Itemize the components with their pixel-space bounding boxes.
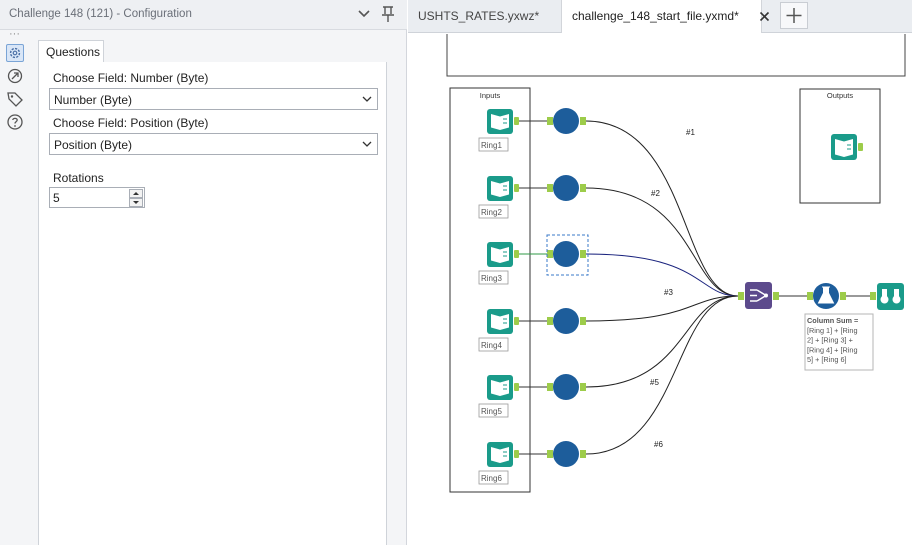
rotations-value: 5: [53, 191, 60, 205]
connection-macro-union-3: [585, 253, 739, 297]
connection-macro-union-4: [585, 295, 739, 322]
workflow-canvas[interactable]: Inputs Outputs #1 #2 #3 #5 #6 Ring1 Ring2…: [408, 34, 912, 545]
ring-label: Ring6: [481, 474, 502, 483]
connection-label-3: #3: [664, 288, 673, 297]
ring-row-2: Ring2: [478, 175, 586, 219]
increment-button[interactable]: [129, 189, 143, 198]
outputs-container-label: Outputs: [827, 91, 854, 100]
number-field-value: Number (Byte): [54, 93, 133, 107]
ring-label: Ring2: [481, 208, 502, 217]
field1-label: Choose Field: Number (Byte): [53, 71, 209, 85]
close-icon[interactable]: [759, 11, 770, 22]
inputs-container-label: Inputs: [480, 91, 501, 100]
annotation-line: Column Sum =: [807, 316, 858, 325]
ring-label: Ring4: [481, 341, 502, 350]
annotation-line: 5] + [Ring 6]: [807, 355, 847, 364]
container-box[interactable]: [446, 34, 906, 77]
ring-row-5: Ring5: [478, 374, 586, 418]
connection-macro-union-5: [585, 295, 739, 388]
connection-label-2: #2: [651, 189, 660, 198]
connection-macro-union-6: [585, 295, 739, 455]
workflow-diagram: Inputs Outputs #1 #2 #3 #5 #6 Ring1 Ring2…: [446, 34, 906, 493]
help-icon[interactable]: [6, 113, 24, 131]
ring-label: Ring3: [481, 274, 502, 283]
connection-label-6: #6: [654, 440, 663, 449]
more-dots[interactable]: ···: [9, 28, 20, 40]
connection-macro-union-2: [585, 187, 739, 297]
ring-row-1: Ring1: [478, 108, 586, 152]
chevron-down-icon: [362, 96, 372, 102]
position-field-value: Position (Byte): [54, 138, 133, 152]
chevron-down-icon: [362, 141, 372, 147]
document-tabs: USHTS_RATES.yxwz* challenge_148_start_fi…: [408, 0, 912, 33]
configuration-panel: Challenge 148 (121) - Configuration ··· …: [0, 0, 407, 545]
ring-row-3: Ring3: [478, 241, 586, 285]
annotation-line: 2] + [Ring 3] +: [807, 336, 853, 345]
ring-row-4: Ring4: [478, 308, 586, 352]
chevron-down-icon[interactable]: [357, 6, 371, 22]
browse-tool[interactable]: [870, 283, 904, 310]
annotation-line: [Ring 4] + [Ring: [807, 345, 858, 354]
decrement-button[interactable]: [129, 198, 143, 207]
connection-label-1: #1: [686, 128, 695, 137]
macro-tool-ring5[interactable]: [547, 374, 586, 400]
ring-label: Ring1: [481, 141, 502, 150]
config-title: Challenge 148 (121) - Configuration: [9, 8, 192, 20]
number-field-select[interactable]: Number (Byte): [49, 88, 378, 110]
connections: [585, 120, 739, 455]
macro-tool-ring1[interactable]: [547, 108, 586, 134]
macro-tool-ring4[interactable]: [547, 308, 586, 334]
formula-tool[interactable]: [807, 283, 846, 309]
ring-row-6: Ring6: [478, 441, 586, 485]
rotations-stepper[interactable]: 5: [49, 187, 145, 208]
plus-icon: [786, 8, 802, 23]
config-header: Challenge 148 (121) - Configuration: [0, 0, 407, 30]
annotation-line: [Ring 1] + [Ring: [807, 326, 858, 335]
tab-questions[interactable]: Questions: [38, 40, 104, 63]
macro-tool-ring6[interactable]: [547, 441, 586, 467]
position-field-select[interactable]: Position (Byte): [49, 133, 378, 155]
tab-challenge-148[interactable]: challenge_148_start_file.yxmd*: [562, 0, 762, 33]
macro-tool-ring3[interactable]: [547, 241, 586, 267]
pin-icon[interactable]: [380, 5, 396, 23]
caret-down-icon: [133, 201, 139, 204]
navigate-icon[interactable]: [6, 67, 24, 85]
rotations-label: Rotations: [53, 171, 104, 185]
connection-label-5: #5: [650, 378, 659, 387]
macro-tool-ring2[interactable]: [547, 175, 586, 201]
field2-label: Choose Field: Position (Byte): [53, 116, 209, 130]
union-tool[interactable]: [738, 282, 779, 309]
gear-icon[interactable]: [6, 44, 24, 62]
add-tab-button[interactable]: [780, 2, 808, 29]
tab-ushts-rates[interactable]: USHTS_RATES.yxwz*: [408, 0, 562, 33]
tag-icon[interactable]: [6, 90, 24, 108]
caret-up-icon: [133, 192, 139, 195]
ring-label: Ring5: [481, 407, 502, 416]
connection-macro-union-1: [585, 120, 739, 297]
